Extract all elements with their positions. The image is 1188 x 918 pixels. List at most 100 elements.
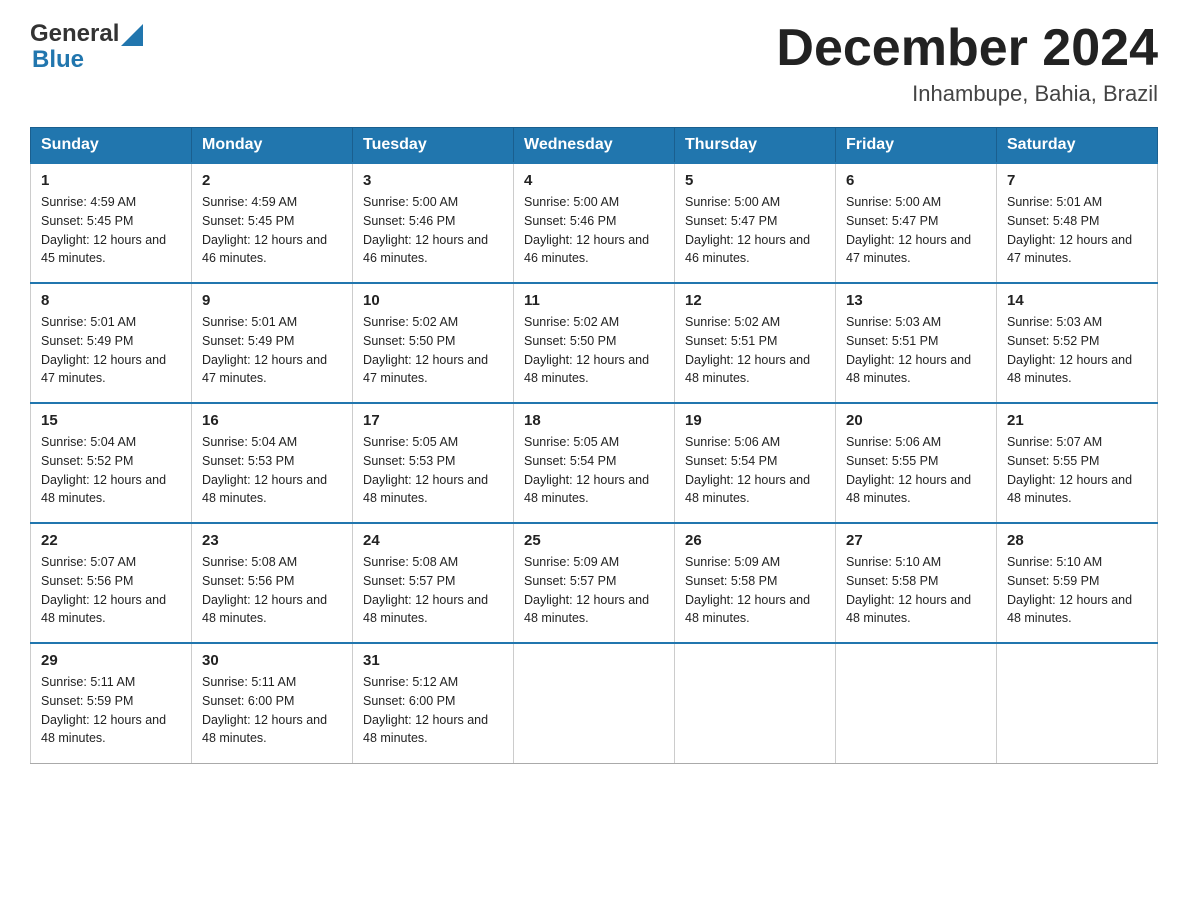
day-number: 20 [846, 412, 986, 429]
day-info: Sunrise: 5:04 AMSunset: 5:52 PMDaylight:… [41, 433, 181, 508]
day-header-monday: Monday [192, 128, 353, 164]
calendar-cell: 27 Sunrise: 5:10 AMSunset: 5:58 PMDayligh… [836, 523, 997, 643]
day-info: Sunrise: 5:00 AMSunset: 5:46 PMDaylight:… [524, 193, 664, 268]
calendar-header-row: SundayMondayTuesdayWednesdayThursdayFrid… [31, 128, 1158, 164]
day-number: 27 [846, 532, 986, 549]
day-number: 19 [685, 412, 825, 429]
day-info: Sunrise: 5:10 AMSunset: 5:59 PMDaylight:… [1007, 553, 1147, 628]
calendar-cell: 2Sunrise: 4:59 AMSunset: 5:45 PMDaylight… [192, 163, 353, 283]
calendar-week-row: 22 Sunrise: 5:07 AMSunset: 5:56 PMDayligh… [31, 523, 1158, 643]
calendar-cell: 22 Sunrise: 5:07 AMSunset: 5:56 PMDayligh… [31, 523, 192, 643]
day-info: Sunrise: 5:07 AMSunset: 5:55 PMDaylight:… [1007, 433, 1147, 508]
calendar-cell [514, 643, 675, 763]
day-info: Sunrise: 5:03 AMSunset: 5:52 PMDaylight:… [1007, 313, 1147, 388]
calendar-cell: 10Sunrise: 5:02 AMSunset: 5:50 PMDayligh… [353, 283, 514, 403]
day-number: 9 [202, 292, 342, 309]
day-header-saturday: Saturday [997, 128, 1158, 164]
calendar-cell: 6 Sunrise: 5:00 AMSunset: 5:47 PMDaylight… [836, 163, 997, 283]
day-number: 11 [524, 292, 664, 309]
day-info: Sunrise: 5:04 AMSunset: 5:53 PMDaylight:… [202, 433, 342, 508]
day-info: Sunrise: 5:05 AMSunset: 5:54 PMDaylight:… [524, 433, 664, 508]
calendar-cell [836, 643, 997, 763]
calendar-cell: 4 Sunrise: 5:00 AMSunset: 5:46 PMDaylight… [514, 163, 675, 283]
day-info: Sunrise: 5:00 AMSunset: 5:47 PMDaylight:… [846, 193, 986, 268]
day-number: 28 [1007, 532, 1147, 549]
day-info: Sunrise: 5:09 AMSunset: 5:58 PMDaylight:… [685, 553, 825, 628]
logo-triangle-icon [121, 24, 143, 46]
calendar-cell: 12Sunrise: 5:02 AMSunset: 5:51 PMDayligh… [675, 283, 836, 403]
day-header-thursday: Thursday [675, 128, 836, 164]
day-header-wednesday: Wednesday [514, 128, 675, 164]
day-info: Sunrise: 5:12 AMSunset: 6:00 PMDaylight:… [363, 673, 503, 748]
day-header-friday: Friday [836, 128, 997, 164]
day-header-sunday: Sunday [31, 128, 192, 164]
calendar-cell: 9 Sunrise: 5:01 AMSunset: 5:49 PMDaylight… [192, 283, 353, 403]
day-header-tuesday: Tuesday [353, 128, 514, 164]
day-info: Sunrise: 5:10 AMSunset: 5:58 PMDaylight:… [846, 553, 986, 628]
day-info: Sunrise: 5:07 AMSunset: 5:56 PMDaylight:… [41, 553, 181, 628]
page-header: General Blue December 2024 Inhambupe, Ba… [30, 20, 1158, 107]
calendar-cell: 1 Sunrise: 4:59 AMSunset: 5:45 PMDaylight… [31, 163, 192, 283]
day-number: 22 [41, 532, 181, 549]
day-number: 14 [1007, 292, 1147, 309]
calendar-cell: 25 Sunrise: 5:09 AMSunset: 5:57 PMDayligh… [514, 523, 675, 643]
day-info: Sunrise: 5:11 AMSunset: 6:00 PMDaylight:… [202, 673, 342, 748]
day-info: Sunrise: 5:11 AMSunset: 5:59 PMDaylight:… [41, 673, 181, 748]
day-number: 15 [41, 412, 181, 429]
calendar-cell: 29Sunrise: 5:11 AMSunset: 5:59 PMDayligh… [31, 643, 192, 763]
month-title: December 2024 [776, 20, 1158, 77]
day-info: Sunrise: 4:59 AMSunset: 5:45 PMDaylight:… [41, 193, 181, 268]
day-number: 25 [524, 532, 664, 549]
calendar-cell: 5 Sunrise: 5:00 AMSunset: 5:47 PMDaylight… [675, 163, 836, 283]
day-number: 24 [363, 532, 503, 549]
day-info: Sunrise: 5:01 AMSunset: 5:49 PMDaylight:… [202, 313, 342, 388]
calendar-cell: 13Sunrise: 5:03 AMSunset: 5:51 PMDayligh… [836, 283, 997, 403]
calendar-week-row: 15 Sunrise: 5:04 AMSunset: 5:52 PMDayligh… [31, 403, 1158, 523]
calendar-cell: 11 Sunrise: 5:02 AMSunset: 5:50 PMDayligh… [514, 283, 675, 403]
day-info: Sunrise: 4:59 AMSunset: 5:45 PMDaylight:… [202, 193, 342, 268]
day-number: 17 [363, 412, 503, 429]
day-info: Sunrise: 5:02 AMSunset: 5:50 PMDaylight:… [524, 313, 664, 388]
calendar-cell: 15 Sunrise: 5:04 AMSunset: 5:52 PMDayligh… [31, 403, 192, 523]
calendar-cell: 19Sunrise: 5:06 AMSunset: 5:54 PMDayligh… [675, 403, 836, 523]
day-number: 1 [41, 172, 181, 189]
day-info: Sunrise: 5:01 AMSunset: 5:48 PMDaylight:… [1007, 193, 1147, 268]
calendar-cell: 7 Sunrise: 5:01 AMSunset: 5:48 PMDaylight… [997, 163, 1158, 283]
day-number: 30 [202, 652, 342, 669]
day-info: Sunrise: 5:00 AMSunset: 5:47 PMDaylight:… [685, 193, 825, 268]
calendar-week-row: 8 Sunrise: 5:01 AMSunset: 5:49 PMDaylight… [31, 283, 1158, 403]
calendar-cell: 21Sunrise: 5:07 AMSunset: 5:55 PMDayligh… [997, 403, 1158, 523]
calendar-cell: 8Sunrise: 5:01 AMSunset: 5:49 PMDaylight… [31, 283, 192, 403]
day-info: Sunrise: 5:05 AMSunset: 5:53 PMDaylight:… [363, 433, 503, 508]
day-number: 13 [846, 292, 986, 309]
day-number: 26 [685, 532, 825, 549]
day-number: 7 [1007, 172, 1147, 189]
calendar-table: SundayMondayTuesdayWednesdayThursdayFrid… [30, 127, 1158, 764]
day-info: Sunrise: 5:06 AMSunset: 5:55 PMDaylight:… [846, 433, 986, 508]
calendar-cell: 3Sunrise: 5:00 AMSunset: 5:46 PMDaylight… [353, 163, 514, 283]
calendar-cell: 31 Sunrise: 5:12 AMSunset: 6:00 PMDayligh… [353, 643, 514, 763]
calendar-cell: 24Sunrise: 5:08 AMSunset: 5:57 PMDayligh… [353, 523, 514, 643]
day-number: 31 [363, 652, 503, 669]
calendar-cell: 23Sunrise: 5:08 AMSunset: 5:56 PMDayligh… [192, 523, 353, 643]
day-number: 8 [41, 292, 181, 309]
logo-general-text: General [30, 20, 119, 48]
calendar-cell: 16 Sunrise: 5:04 AMSunset: 5:53 PMDayligh… [192, 403, 353, 523]
calendar-week-row: 29Sunrise: 5:11 AMSunset: 5:59 PMDayligh… [31, 643, 1158, 763]
logo: General Blue [30, 20, 143, 74]
calendar-cell: 14 Sunrise: 5:03 AMSunset: 5:52 PMDayligh… [997, 283, 1158, 403]
day-number: 16 [202, 412, 342, 429]
day-number: 12 [685, 292, 825, 309]
day-info: Sunrise: 5:02 AMSunset: 5:50 PMDaylight:… [363, 313, 503, 388]
day-info: Sunrise: 5:09 AMSunset: 5:57 PMDaylight:… [524, 553, 664, 628]
calendar-cell: 26 Sunrise: 5:09 AMSunset: 5:58 PMDayligh… [675, 523, 836, 643]
calendar-cell: 18Sunrise: 5:05 AMSunset: 5:54 PMDayligh… [514, 403, 675, 523]
calendar-cell [997, 643, 1158, 763]
day-number: 23 [202, 532, 342, 549]
day-number: 5 [685, 172, 825, 189]
calendar-cell [675, 643, 836, 763]
day-number: 6 [846, 172, 986, 189]
location-text: Inhambupe, Bahia, Brazil [776, 81, 1158, 107]
calendar-cell: 20 Sunrise: 5:06 AMSunset: 5:55 PMDayligh… [836, 403, 997, 523]
day-number: 4 [524, 172, 664, 189]
